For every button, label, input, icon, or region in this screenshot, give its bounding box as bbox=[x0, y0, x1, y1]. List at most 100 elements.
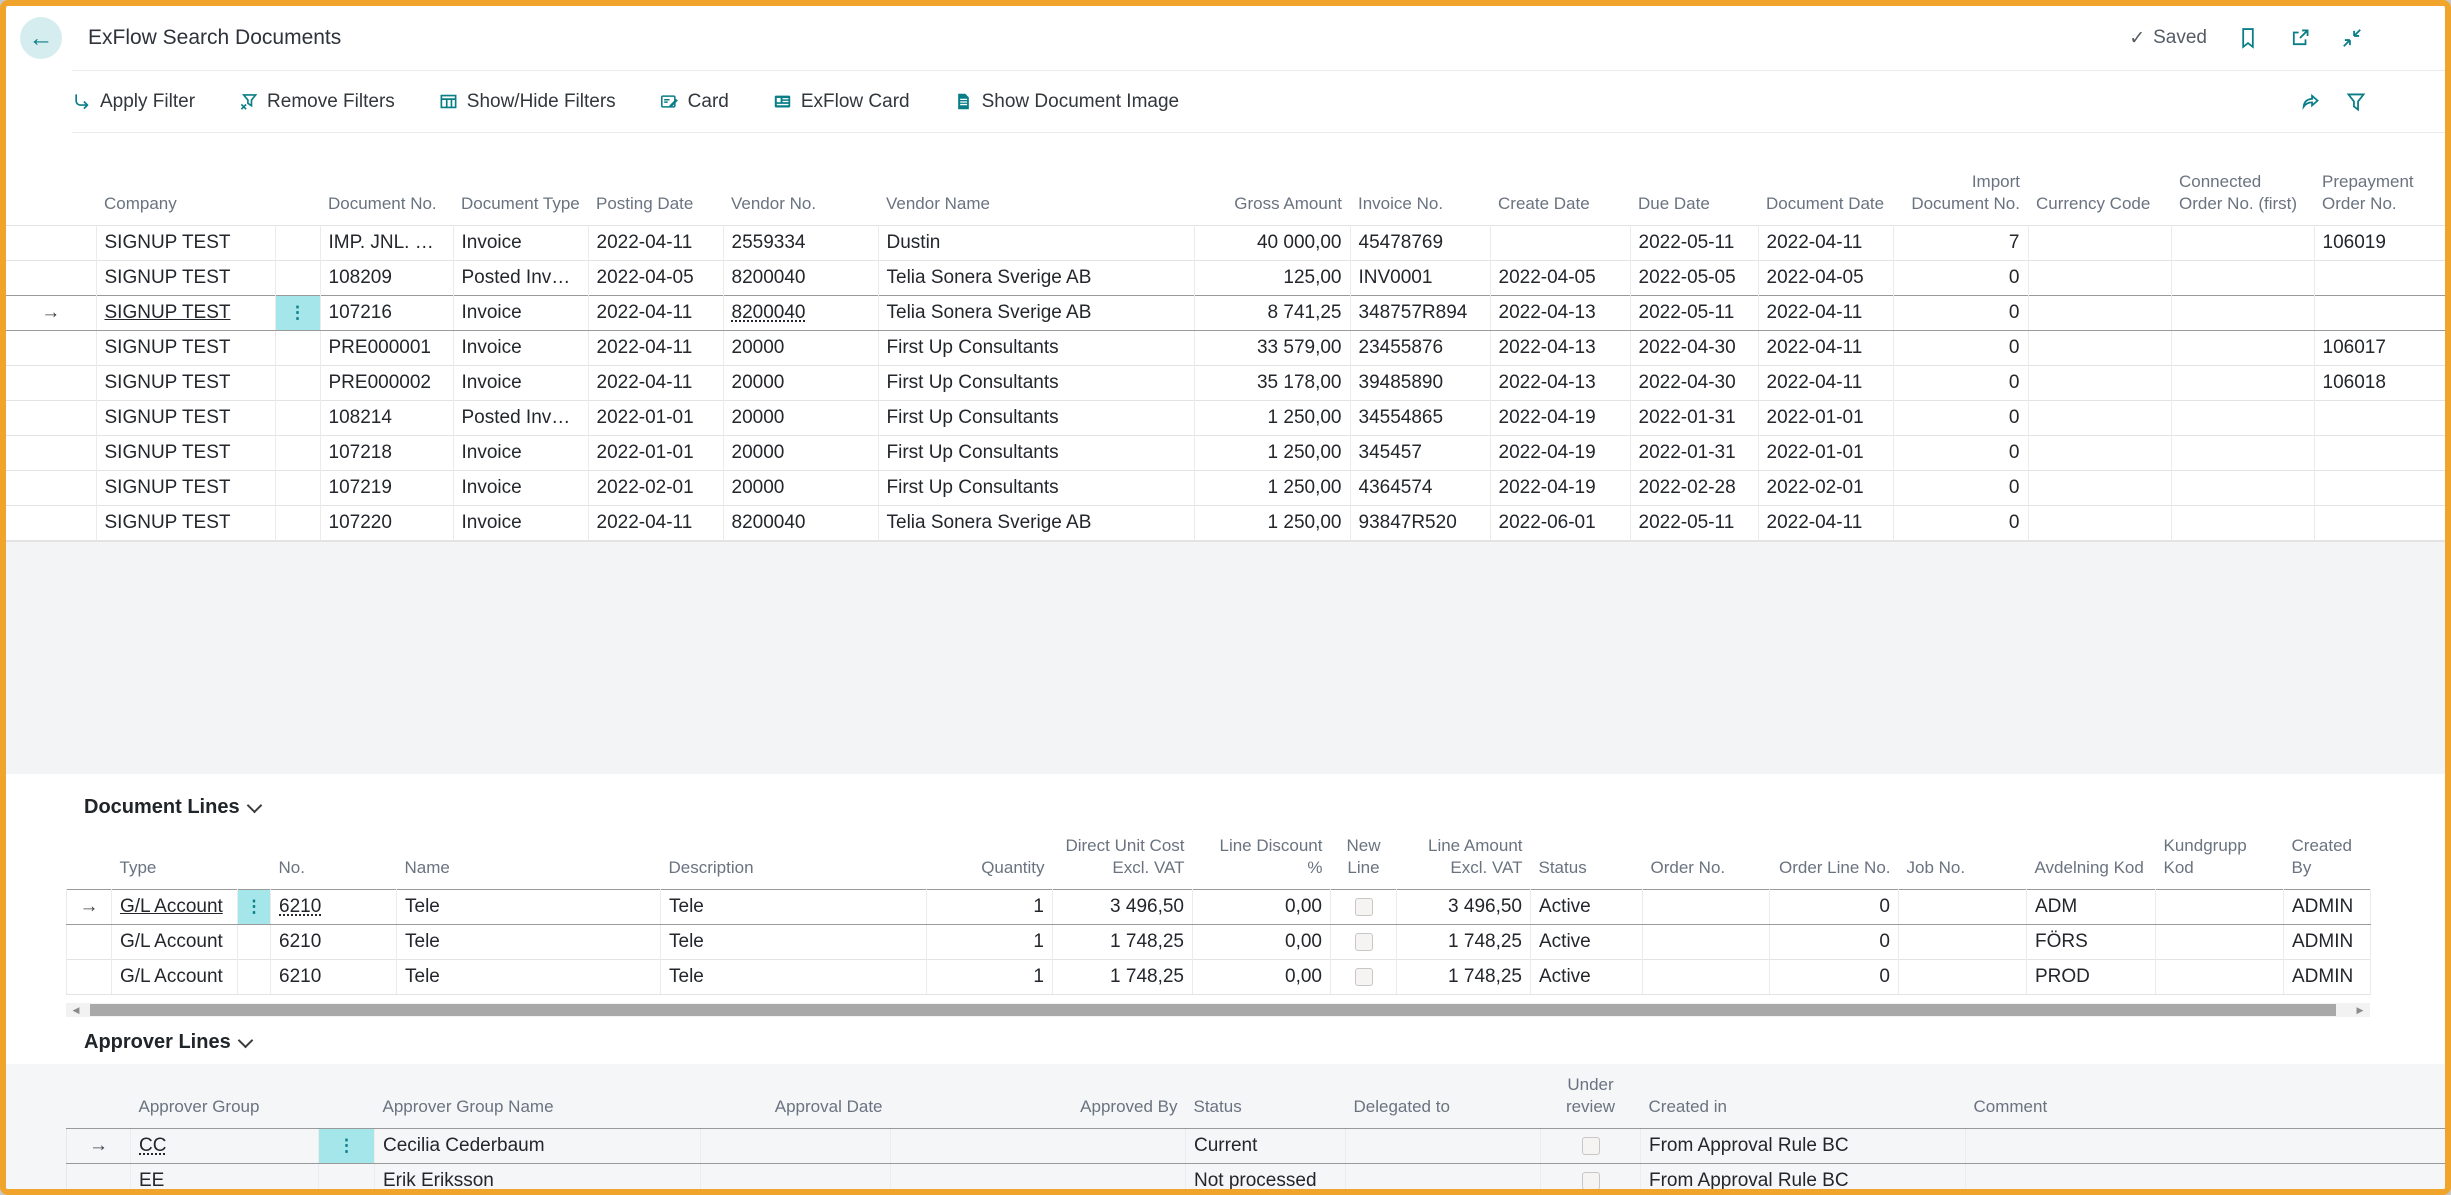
cell-document-no[interactable]: 108214 bbox=[320, 400, 454, 436]
col-document-type[interactable]: Document Type bbox=[453, 157, 588, 226]
cell-approver-group-name[interactable]: Cecilia Cederbaum bbox=[374, 1128, 701, 1164]
cell-gross-amount[interactable]: 35 178,00 bbox=[1194, 365, 1351, 401]
row-menu-cell[interactable] bbox=[275, 400, 321, 436]
row-menu-icon[interactable]: ⋮ bbox=[238, 890, 270, 924]
cell-prepayment-order-no[interactable]: 106018 bbox=[2314, 365, 2445, 401]
col-created-in[interactable]: Created in bbox=[1641, 1064, 1966, 1129]
col-currency-code[interactable]: Currency Code bbox=[2028, 157, 2171, 226]
cell-company[interactable]: SIGNUP TEST bbox=[96, 400, 276, 436]
col-direct-unit-cost[interactable]: Direct Unit Cost Excl. VAT bbox=[1053, 833, 1193, 890]
cell-posting-date[interactable]: 2022-04-11 bbox=[588, 295, 724, 331]
cell-document-no[interactable]: IMP. JNL. DEF... bbox=[320, 225, 454, 261]
cell-due-date[interactable]: 2022-04-30 bbox=[1630, 365, 1759, 401]
cell-import-document-no[interactable]: 0 bbox=[1893, 505, 2029, 541]
cell-invoice-no[interactable]: 34554865 bbox=[1350, 400, 1491, 436]
col-approval-date[interactable]: Approval Date bbox=[701, 1064, 891, 1129]
cell-create-date[interactable]: 2022-04-05 bbox=[1490, 260, 1631, 296]
cell-company[interactable]: SIGNUP TEST bbox=[96, 260, 276, 296]
cell-vendor-name[interactable]: First Up Consultants bbox=[878, 365, 1195, 401]
cell-avdelning-kod[interactable]: PROD bbox=[2026, 959, 2156, 995]
cell-document-no[interactable]: PRE000002 bbox=[320, 365, 454, 401]
cell-name[interactable]: Tele bbox=[396, 924, 661, 960]
cell-no[interactable]: 6210 bbox=[270, 924, 397, 960]
bookmark-icon[interactable] bbox=[2237, 27, 2259, 49]
col-vendor-name[interactable]: Vendor Name bbox=[878, 157, 1194, 226]
cell-import-document-no[interactable]: 0 bbox=[1893, 365, 2029, 401]
cell-order-line-no[interactable]: 0 bbox=[1769, 889, 1899, 925]
cell-connected-order-no[interactable] bbox=[2171, 225, 2315, 261]
row-menu-cell[interactable] bbox=[275, 365, 321, 401]
cell-vendor-no[interactable]: 2559334 bbox=[723, 225, 879, 261]
cell-create-date[interactable]: 2022-04-13 bbox=[1490, 295, 1631, 331]
col-kundgrupp-kod[interactable]: Kundgrupp Kod bbox=[2156, 833, 2284, 890]
cell-type[interactable]: G/L Account bbox=[111, 889, 238, 925]
new-line-checkbox[interactable] bbox=[1330, 959, 1397, 995]
cell-job-no[interactable] bbox=[1898, 959, 2027, 995]
cell-document-no[interactable]: 107219 bbox=[320, 470, 454, 506]
row-selector[interactable] bbox=[66, 1163, 131, 1189]
cell-gross-amount[interactable]: 1 250,00 bbox=[1194, 400, 1351, 436]
cell-vendor-no[interactable]: 8200040 bbox=[723, 260, 879, 296]
cell-vendor-no[interactable]: 20000 bbox=[723, 400, 879, 436]
cell-connected-order-no[interactable] bbox=[2171, 260, 2315, 296]
row-selector[interactable] bbox=[6, 365, 97, 401]
scroll-right-arrow-icon[interactable]: ▶ bbox=[2350, 1003, 2370, 1017]
cell-prepayment-order-no[interactable] bbox=[2314, 260, 2445, 296]
cell-created-in[interactable]: From Approval Rule BC bbox=[1640, 1128, 1966, 1164]
cell-create-date[interactable]: 2022-04-19 bbox=[1490, 470, 1631, 506]
cell-currency-code[interactable] bbox=[2028, 470, 2172, 506]
cell-create-date[interactable]: 2022-04-13 bbox=[1490, 365, 1631, 401]
cell-direct-unit-cost[interactable]: 1 748,25 bbox=[1052, 924, 1193, 960]
cell-vendor-no[interactable]: 20000 bbox=[723, 435, 879, 471]
collapse-icon[interactable] bbox=[2341, 27, 2363, 49]
cell-document-date[interactable]: 2022-04-11 bbox=[1758, 330, 1894, 366]
cell-due-date[interactable]: 2022-05-05 bbox=[1630, 260, 1759, 296]
cell-document-no[interactable]: PRE000001 bbox=[320, 330, 454, 366]
row-selector[interactable] bbox=[6, 225, 97, 261]
table-row[interactable]: EE Erik Eriksson Not processed From Approva… bbox=[66, 1163, 2445, 1189]
col-no[interactable]: No. bbox=[271, 833, 397, 890]
cell-create-date[interactable] bbox=[1490, 225, 1631, 261]
cell-gross-amount[interactable]: 1 250,00 bbox=[1194, 505, 1351, 541]
row-menu-cell[interactable] bbox=[275, 225, 321, 261]
col-approver-group[interactable]: Approver Group bbox=[131, 1064, 319, 1129]
cell-comment[interactable] bbox=[1965, 1128, 2445, 1164]
col-name[interactable]: Name bbox=[397, 833, 661, 890]
cell-document-date[interactable]: 2022-01-01 bbox=[1758, 400, 1894, 436]
table-row[interactable]: → CC ⋮ Cecilia Cederbaum Current From Approva… bbox=[66, 1128, 2445, 1164]
col-avdelning-kod[interactable]: Avdelning Kod bbox=[2027, 833, 2156, 890]
cell-status[interactable]: Current bbox=[1185, 1128, 1346, 1164]
cell-document-date[interactable]: 2022-04-11 bbox=[1758, 365, 1894, 401]
cell-line-amount[interactable]: 3 496,50 bbox=[1396, 889, 1531, 925]
col-status[interactable]: Status bbox=[1186, 1064, 1346, 1129]
table-row[interactable]: SIGNUP TEST PRE000001 Invoice 2022-04-11 200… bbox=[6, 330, 2445, 366]
cell-connected-order-no[interactable] bbox=[2171, 400, 2315, 436]
new-line-checkbox[interactable] bbox=[1354, 897, 1373, 916]
cell-gross-amount[interactable]: 125,00 bbox=[1194, 260, 1351, 296]
cell-created-by[interactable]: ADMIN bbox=[2283, 924, 2371, 960]
share-icon[interactable] bbox=[2299, 91, 2321, 113]
cell-create-date[interactable]: 2022-06-01 bbox=[1490, 505, 1631, 541]
cell-vendor-no[interactable]: 20000 bbox=[723, 330, 879, 366]
cell-document-date[interactable]: 2022-02-01 bbox=[1758, 470, 1894, 506]
table-row[interactable]: SIGNUP TEST 108209 Posted Invoice 2022-04-0… bbox=[6, 260, 2445, 296]
cell-line-discount[interactable]: 0,00 bbox=[1192, 889, 1331, 925]
cell-document-date[interactable]: 2022-04-11 bbox=[1758, 295, 1894, 331]
cell-import-document-no[interactable]: 0 bbox=[1893, 330, 2029, 366]
row-selector[interactable] bbox=[6, 435, 97, 471]
cell-create-date[interactable]: 2022-04-19 bbox=[1490, 400, 1631, 436]
cell-vendor-name[interactable]: Telia Sonera Sverige AB bbox=[878, 505, 1195, 541]
cell-create-date[interactable]: 2022-04-19 bbox=[1490, 435, 1631, 471]
col-company[interactable]: Company bbox=[96, 157, 275, 226]
new-line-checkbox[interactable] bbox=[1354, 932, 1373, 951]
selected-row-arrow-icon[interactable]: → bbox=[6, 295, 97, 331]
cell-posting-date[interactable]: 2022-04-11 bbox=[588, 365, 724, 401]
col-delegated-to[interactable]: Delegated to bbox=[1346, 1064, 1541, 1129]
cell-vendor-name[interactable]: Dustin bbox=[878, 225, 1195, 261]
table-row[interactable]: SIGNUP TEST 108214 Posted Invoice 2022-01-0… bbox=[6, 400, 2445, 436]
cell-vendor-no[interactable]: 8200040 bbox=[723, 505, 879, 541]
cell-vendor-no[interactable]: 8200040 bbox=[723, 295, 879, 331]
cell-invoice-no[interactable]: 4364574 bbox=[1350, 470, 1491, 506]
cell-invoice-no[interactable]: INV0001 bbox=[1350, 260, 1491, 296]
cell-type[interactable]: G/L Account bbox=[111, 959, 238, 995]
